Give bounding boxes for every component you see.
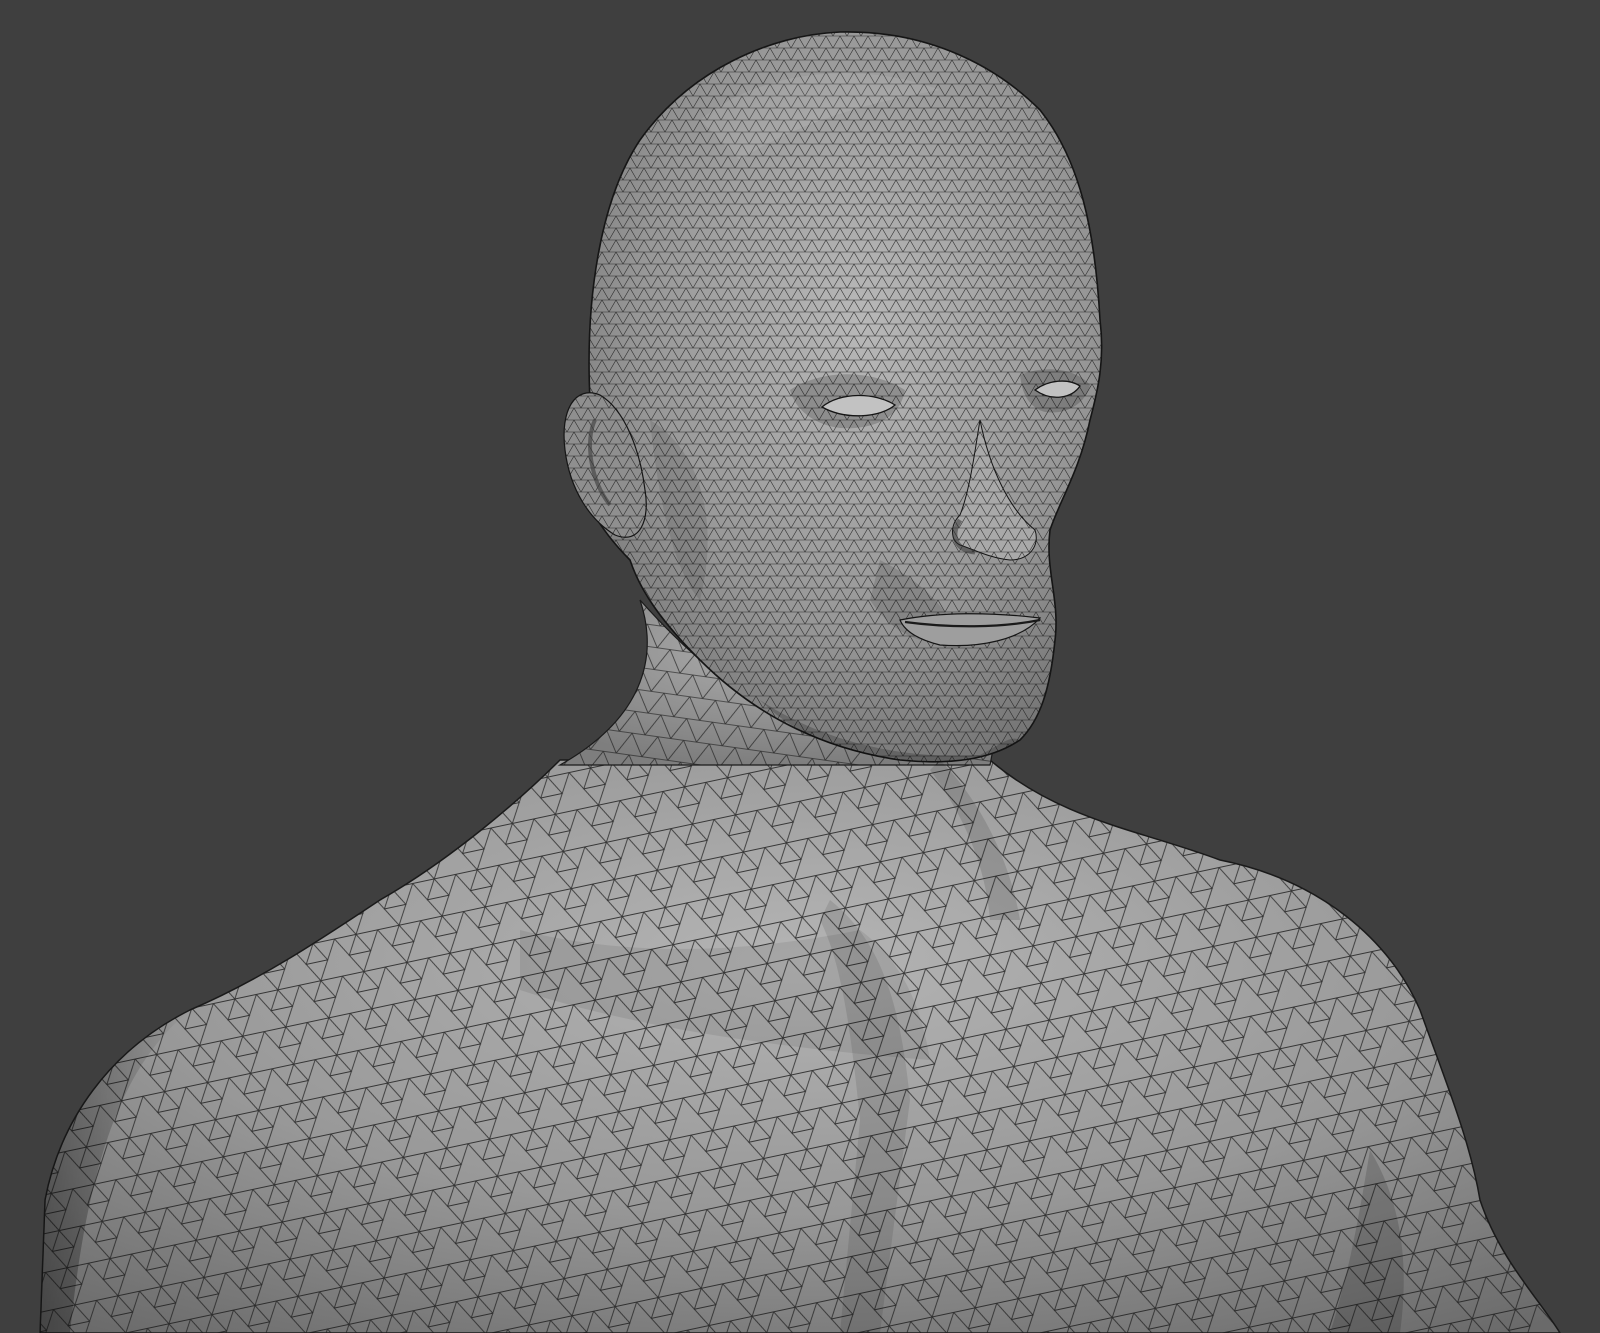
3d-viewport[interactable] xyxy=(0,0,1600,1333)
mesh-render xyxy=(0,0,1600,1333)
